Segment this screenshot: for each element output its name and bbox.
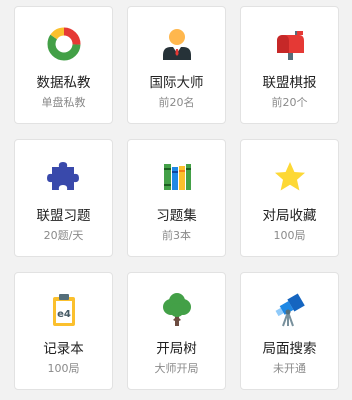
card-title: 开局树 [156, 341, 197, 357]
card-subtitle: 前20个 [271, 96, 308, 109]
card-title: 对局收藏 [262, 208, 317, 224]
telescope-icon [241, 291, 338, 329]
card-title: 记录本 [43, 341, 84, 357]
card-subtitle: 100局 [273, 229, 306, 242]
card-league-puzzles[interactable]: 联盟习题 20题/天 [14, 139, 113, 257]
card-subtitle: 100局 [47, 362, 80, 375]
clipboard-icon: e4 [15, 291, 112, 329]
card-title: 习题集 [156, 208, 197, 224]
card-league-report[interactable]: 联盟棋报 前20个 [240, 6, 339, 124]
card-subtitle: 前3本 [162, 229, 191, 242]
card-subtitle: 前20名 [158, 96, 195, 109]
card-position-search[interactable]: 局面搜索 未开通 [240, 272, 339, 390]
card-title: 国际大师 [149, 75, 204, 91]
star-icon [241, 158, 338, 196]
card-subtitle: 单盘私教 [41, 96, 86, 109]
card-title: 数据私教 [36, 75, 91, 91]
clipboard-label: e4 [57, 309, 71, 320]
feature-grid: 数据私教 单盘私教 国际大师 前20名 联盟棋报 前20个 联盟习题 20题/天… [14, 6, 339, 390]
card-opening-tree[interactable]: 开局树 大师开局 [127, 272, 226, 390]
card-subtitle: 20题/天 [43, 229, 84, 242]
card-game-favorites[interactable]: 对局收藏 100局 [240, 139, 339, 257]
card-international-master[interactable]: 国际大师 前20名 [127, 6, 226, 124]
card-subtitle: 未开通 [273, 362, 306, 375]
card-record-book[interactable]: e4 记录本 100局 [14, 272, 113, 390]
master-avatar-icon [128, 25, 225, 63]
card-title: 联盟习题 [36, 208, 91, 224]
card-data-coach[interactable]: 数据私教 单盘私教 [14, 6, 113, 124]
donut-chart-icon [15, 25, 112, 63]
books-icon [128, 158, 225, 196]
card-title: 局面搜索 [262, 341, 317, 357]
puzzle-piece-icon [15, 158, 112, 196]
card-title: 联盟棋报 [262, 75, 317, 91]
card-puzzle-collection[interactable]: 习题集 前3本 [127, 139, 226, 257]
card-subtitle: 大师开局 [154, 362, 199, 375]
mailbox-icon [241, 25, 338, 63]
tree-icon [128, 291, 225, 329]
